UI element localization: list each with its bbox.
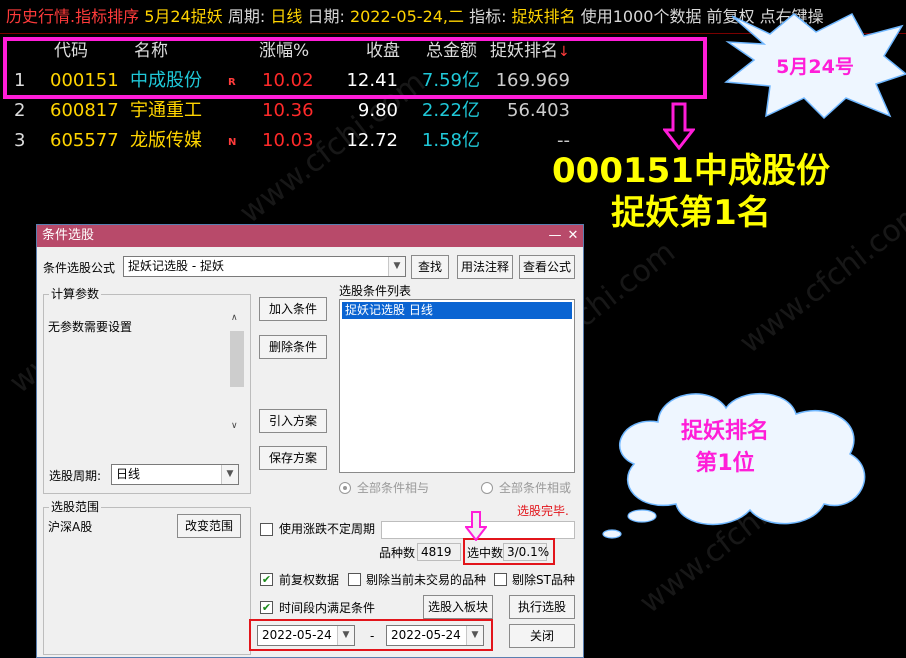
indicator-value: 捉妖排名	[511, 7, 576, 26]
date-tag: 5月24捉妖	[144, 7, 223, 26]
radio-or-label: 全部条件相或	[499, 481, 572, 495]
radio-and[interactable]	[339, 482, 351, 494]
exclude-untraded-label: 剔除当前未交易的品种	[366, 573, 487, 587]
close-icon[interactable]: ✕	[565, 225, 581, 247]
close-button[interactable]: 关闭	[509, 624, 575, 648]
down-arrow-icon	[465, 511, 487, 541]
burst-label: 5月24号	[776, 56, 854, 78]
scroll-thumb[interactable]	[230, 331, 244, 387]
period-value: 日线	[270, 7, 303, 26]
time-range-condition-label: 时间段内满足条件	[279, 601, 376, 615]
condition-select-dialog: 条件选股 — ✕ 条件选股公式 捉妖记选股 - 捉妖 ▼ 查找 用法注释 查看公…	[36, 224, 584, 658]
find-button[interactable]: 查找	[411, 255, 449, 279]
save-scheme-button[interactable]: 保存方案	[259, 446, 327, 470]
date-value: 2022-05-24,二	[349, 7, 465, 26]
module-title: 历史行情.指标排序	[6, 7, 140, 26]
import-scheme-button[interactable]: 引入方案	[259, 409, 327, 433]
variety-count-label: 品种数	[379, 546, 416, 560]
exclude-untraded-checkbox[interactable]	[348, 573, 361, 586]
flag-badge: N	[228, 137, 237, 148]
table-row[interactable]: 2 600817 宇通重工 10.36 9.80 2.22亿 56.403	[0, 96, 600, 126]
dialog-title: 条件选股	[42, 228, 95, 243]
cloud-label: 捉妖排名 第1位	[680, 419, 769, 476]
period-label: 周期:	[227, 7, 266, 26]
add-condition-button[interactable]: 加入条件	[259, 297, 327, 321]
adjusted-data-checkbox[interactable]: ✔	[260, 573, 273, 586]
minimize-button[interactable]: —	[547, 225, 563, 247]
radio-or[interactable]	[481, 482, 493, 494]
period-select[interactable]: 日线 ▼	[111, 464, 239, 485]
change-range-button[interactable]: 改变范围	[177, 514, 241, 538]
date-range-highlight	[249, 619, 493, 651]
view-formula-button[interactable]: 查看公式	[519, 255, 575, 279]
chevron-down-icon: ▼	[221, 465, 238, 484]
params-text: 无参数需要设置	[48, 320, 133, 334]
formula-label: 条件选股公式	[43, 261, 116, 275]
dialog-title-bar[interactable]: 条件选股	[37, 225, 583, 247]
radio-and-label: 全部条件相与	[357, 481, 430, 495]
down-arrow-icon	[663, 102, 695, 150]
execute-button[interactable]: 执行选股	[509, 595, 575, 619]
delete-condition-button[interactable]: 删除条件	[259, 335, 327, 359]
scroll-up-icon[interactable]: ∧	[231, 313, 238, 323]
date-label: 日期:	[307, 7, 345, 26]
use-variable-period-checkbox[interactable]	[260, 523, 273, 536]
chevron-down-icon: ▼	[388, 257, 405, 276]
select-to-block-button[interactable]: 选股入板块	[423, 595, 493, 619]
indicator-label: 指标:	[469, 7, 507, 26]
time-range-condition-checkbox[interactable]: ✔	[260, 601, 273, 614]
range-group-title: 选股范围	[49, 500, 102, 514]
scroll-down-icon[interactable]: ∨	[231, 421, 238, 431]
period-label: 选股周期:	[49, 469, 102, 483]
use-variable-period-label: 使用涨跌不定周期	[279, 522, 376, 536]
selected-count-highlight	[463, 538, 555, 565]
condition-list-label: 选股条件列表	[339, 284, 412, 298]
list-item[interactable]: 捉妖记选股 日线	[342, 302, 572, 319]
highlight-box	[3, 37, 707, 99]
exclude-st-checkbox[interactable]	[494, 573, 507, 586]
condition-list[interactable]: 捉妖记选股 日线	[339, 299, 575, 473]
variety-count-field: 4819	[417, 543, 461, 561]
adjusted-data-label: 前复权数据	[279, 573, 340, 587]
range-value: 沪深A股	[48, 520, 93, 534]
params-group-title: 计算参数	[49, 287, 102, 301]
table-row[interactable]: 3 605577 龙版传媒 N 10.03 12.72 1.58亿 --	[0, 126, 600, 156]
usage-button[interactable]: 用法注释	[457, 255, 513, 279]
formula-select[interactable]: 捉妖记选股 - 捉妖 ▼	[123, 256, 406, 277]
params-scrollbar[interactable]: ∧ ∨	[229, 313, 245, 435]
status-text: 选股完毕.	[517, 504, 569, 518]
callout-text: 000151中成股份 捉妖第1名	[552, 151, 830, 233]
exclude-st-label: 剔除ST品种	[512, 573, 575, 587]
